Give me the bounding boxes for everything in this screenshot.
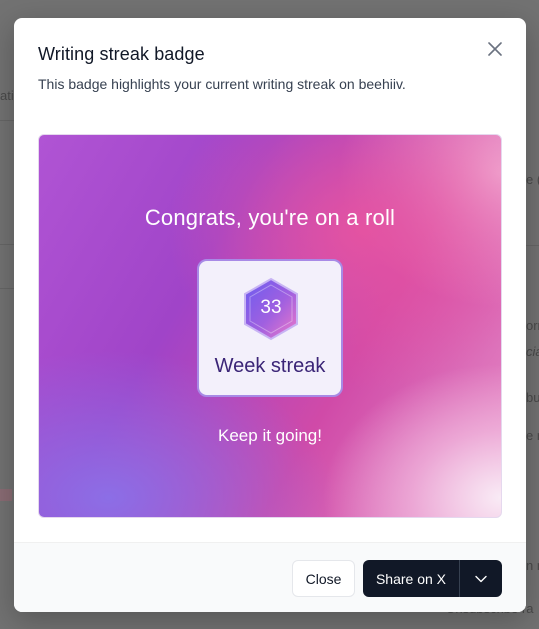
- bg-fragment: e (: [526, 172, 539, 187]
- bg-fragment: e r: [526, 428, 539, 443]
- bg-divider: [0, 244, 14, 245]
- bg-divider: [0, 288, 14, 289]
- close-icon[interactable]: [484, 38, 506, 60]
- streak-count: 33: [260, 297, 282, 318]
- dialog-header: Writing streak badge This badge highligh…: [38, 44, 502, 92]
- bg-fragment: ati: [0, 88, 14, 103]
- dialog-description: This badge highlights your current writi…: [38, 76, 406, 92]
- bg-fragment: cia: [526, 344, 539, 359]
- share-on-x-button[interactable]: Share on X: [363, 560, 460, 597]
- bg-marker: [0, 489, 12, 501]
- dialog-title: Writing streak badge: [38, 44, 205, 64]
- bg-divider: [0, 120, 14, 121]
- badge-headline: Congrats, you're on a roll: [144, 205, 396, 230]
- dialog-footer: Close Share on X: [14, 542, 526, 612]
- streak-box: 33 Week streak: [197, 259, 343, 397]
- close-button[interactable]: Close: [292, 560, 355, 597]
- hexagon-badge-icon: 33: [242, 277, 300, 341]
- bg-fragment: orm: [526, 318, 539, 333]
- bg-divider: [526, 245, 539, 246]
- streak-badge-card: Congrats, you're on a roll 33 Week strea…: [38, 134, 502, 518]
- streak-label: Week streak: [214, 355, 326, 377]
- bg-fragment: bu: [526, 390, 539, 405]
- chevron-down-icon: [475, 570, 487, 588]
- streak-badge-dialog: Writing streak badge This badge highligh…: [14, 18, 526, 612]
- share-options-button[interactable]: [460, 560, 502, 597]
- share-split-button: Share on X: [363, 560, 502, 597]
- badge-subtext: Keep it going!: [218, 426, 322, 445]
- bg-fragment: n n: [526, 558, 539, 573]
